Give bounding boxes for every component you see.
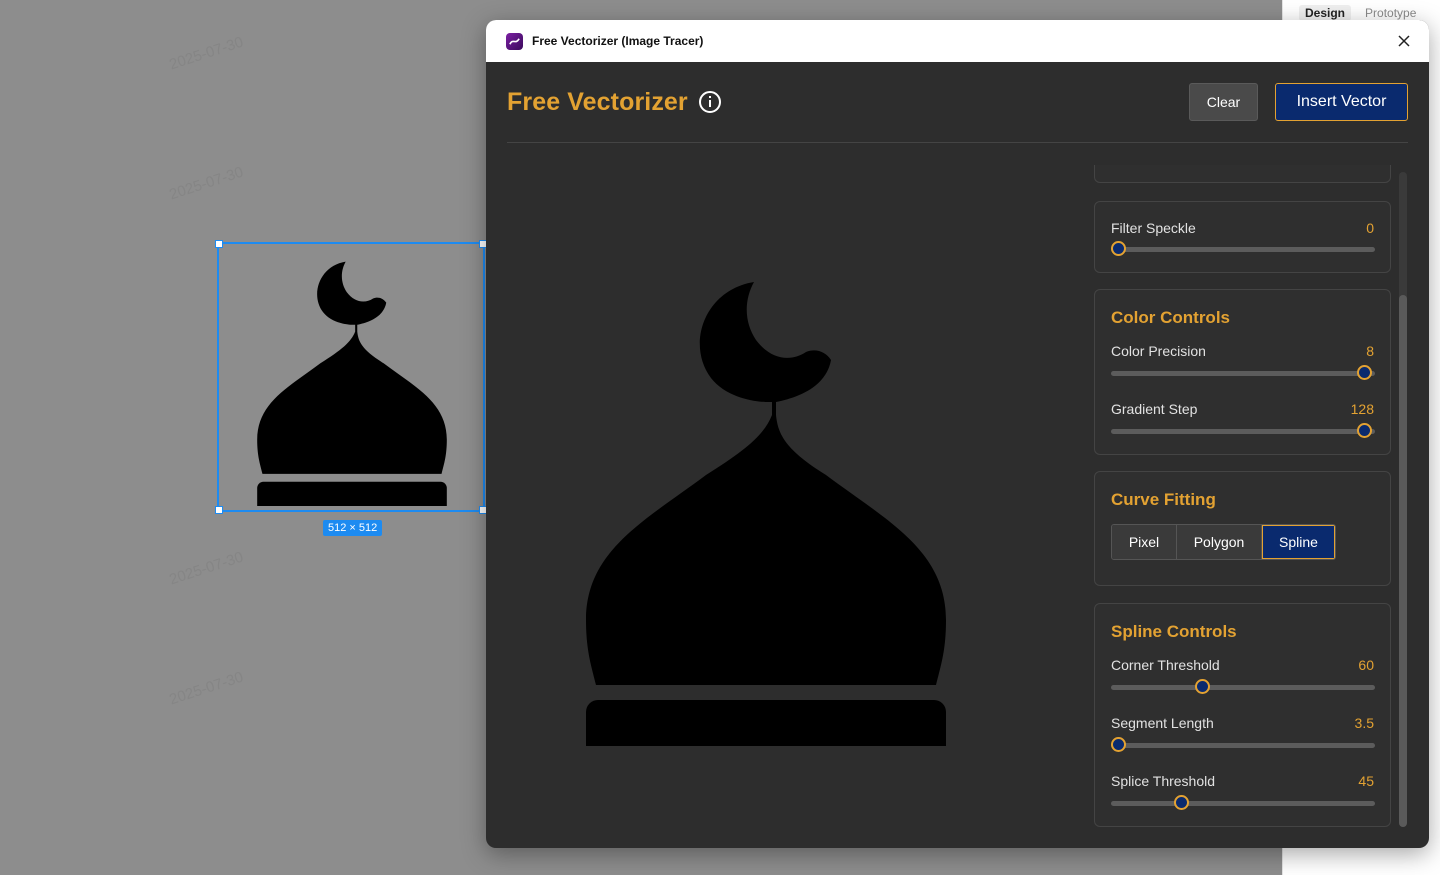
color-controls-title: Color Controls — [1111, 308, 1230, 327]
vector-preview — [586, 282, 946, 746]
brand-title: Free Vectorizer — [507, 87, 688, 116]
slider-thumb[interactable] — [1195, 679, 1210, 694]
selection-frame[interactable] — [215, 240, 487, 514]
gradient-step-value: 128 — [1350, 401, 1374, 417]
info-icon[interactable] — [698, 90, 722, 114]
header-divider — [507, 142, 1408, 143]
tab-prototype[interactable]: Prototype — [1365, 5, 1416, 21]
watermark: 2025-07-30 — [167, 668, 246, 709]
spline-controls-card: Spline Controls Corner Threshold 60 Segm… — [1094, 603, 1391, 827]
scrollbar-thumb[interactable] — [1399, 295, 1407, 827]
watermark: 2025-07-30 — [167, 163, 246, 204]
window-title: Free Vectorizer (Image Tracer) — [532, 34, 704, 48]
color-precision-value: 8 — [1366, 343, 1374, 359]
close-icon[interactable] — [1393, 30, 1415, 52]
color-controls-card: Color Controls Color Precision 8 Gradien… — [1094, 289, 1391, 455]
resize-handle[interactable] — [215, 506, 223, 514]
segment-length-slider[interactable] — [1111, 737, 1375, 752]
vectorizer-modal: Free Vectorizer (Image Tracer) Free Vect… — [486, 20, 1429, 848]
corner-threshold-slider[interactable] — [1111, 679, 1375, 694]
color-precision-slider[interactable] — [1111, 365, 1375, 380]
splice-threshold-slider[interactable] — [1111, 795, 1375, 810]
watermark: 2025-07-30 — [167, 548, 246, 589]
segment-length-label: Segment Length — [1111, 715, 1214, 731]
controls-panel[interactable]: Filter Speckle 0 Color Controls Color Pr… — [1094, 165, 1391, 827]
slider-thumb[interactable] — [1111, 241, 1126, 256]
controls-scrollbar[interactable] — [1399, 172, 1407, 827]
splice-threshold-value: 45 — [1358, 773, 1374, 789]
resize-handle[interactable] — [215, 240, 223, 248]
clear-button[interactable]: Clear — [1189, 83, 1258, 121]
card-partial — [1094, 165, 1391, 183]
polygon-option[interactable]: Polygon — [1177, 525, 1262, 559]
insert-vector-button[interactable]: Insert Vector — [1275, 83, 1408, 121]
curve-fitting-title: Curve Fitting — [1111, 490, 1216, 509]
modal-titlebar: Free Vectorizer (Image Tracer) — [486, 20, 1429, 62]
watermark: 2025-07-30 — [167, 33, 246, 74]
color-precision-label: Color Precision — [1111, 343, 1206, 359]
filter-speckle-label: Filter Speckle — [1111, 220, 1196, 236]
slider-thumb[interactable] — [1174, 795, 1189, 810]
curve-fitting-card: Curve Fitting Pixel Polygon Spline — [1094, 471, 1391, 586]
gradient-step-label: Gradient Step — [1111, 401, 1198, 417]
spline-controls-title: Spline Controls — [1111, 622, 1237, 641]
modal-header: Free Vectorizer Clear Insert Vector — [486, 62, 1429, 143]
tab-design[interactable]: Design — [1299, 5, 1352, 21]
app-logo-icon — [506, 32, 523, 50]
gradient-step-slider[interactable] — [1111, 423, 1375, 438]
filter-speckle-value: 0 — [1366, 220, 1374, 236]
slider-thumb[interactable] — [1357, 423, 1372, 438]
slider-thumb[interactable] — [1111, 737, 1126, 752]
corner-threshold-label: Corner Threshold — [1111, 657, 1220, 673]
segment-length-value: 3.5 — [1354, 715, 1374, 731]
spline-option[interactable]: Spline — [1262, 525, 1335, 559]
curve-fitting-toggle[interactable]: Pixel Polygon Spline — [1111, 524, 1336, 560]
size-badge: 512 × 512 — [323, 520, 383, 536]
slider-thumb[interactable] — [1357, 365, 1372, 380]
filter-speckle-card: Filter Speckle 0 — [1094, 201, 1391, 273]
pixel-option[interactable]: Pixel — [1112, 525, 1177, 559]
filter-speckle-slider[interactable] — [1111, 241, 1375, 256]
corner-threshold-value: 60 — [1358, 657, 1374, 673]
splice-threshold-label: Splice Threshold — [1111, 773, 1216, 789]
